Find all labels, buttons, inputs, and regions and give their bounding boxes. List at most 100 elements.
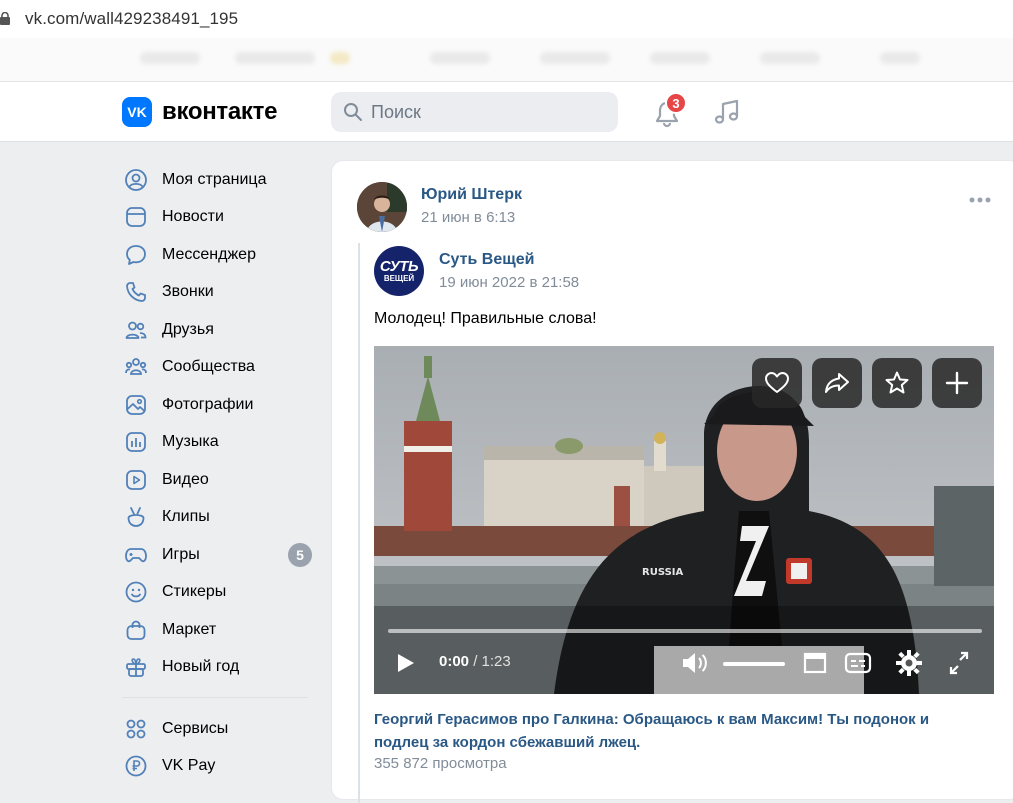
bookmark-blurred[interactable] (880, 52, 920, 64)
vk-logo-mark: VK (122, 97, 152, 127)
repost-indicator-bar (358, 243, 360, 803)
sidebar-item-calls[interactable]: Звонки (122, 274, 317, 310)
clips-icon (122, 503, 150, 531)
author-avatar[interactable] (357, 182, 407, 232)
message-icon (122, 241, 150, 269)
group-avatar-text-bottom: ВЕЩЕЙ (383, 273, 415, 283)
smile-icon (122, 578, 150, 606)
share-video-button[interactable] (812, 358, 862, 408)
bookmark-blurred[interactable] (650, 52, 710, 64)
video-progress-bar[interactable] (388, 629, 982, 633)
sidebar-item-label: Маркет (162, 621, 217, 638)
plus-icon (945, 371, 969, 395)
communities-icon (122, 353, 150, 381)
wall-post: Юрий Штерк 21 июн в 6:13 СУТЬ ВЕЩЕЙ Суть… (331, 160, 1013, 803)
bag-icon (122, 616, 150, 644)
volume-slider[interactable] (723, 662, 785, 666)
sidebar-item-market[interactable]: Маркет (122, 612, 317, 648)
sidebar-item-clips[interactable]: Клипы (122, 499, 317, 535)
group-avatar-text-top: СУТЬ (379, 257, 419, 275)
window-mode-icon[interactable] (802, 646, 828, 680)
repost-date[interactable]: 19 июн 2022 в 21:58 (439, 274, 579, 291)
more-options-icon[interactable] (968, 195, 992, 205)
time-separator: / (469, 653, 482, 670)
friends-icon (122, 316, 150, 344)
news-icon (122, 203, 150, 231)
settings-gear-icon[interactable] (894, 646, 924, 680)
sidebar-item-new-year[interactable]: Новый год (122, 649, 317, 685)
bookmark-blurred[interactable] (235, 52, 315, 64)
add-video-button[interactable] (932, 358, 982, 408)
sidebar-item-label: Игры (162, 546, 200, 563)
share-arrow-icon (825, 373, 849, 393)
sidebar-item-label: Стикеры (162, 583, 227, 600)
sidebar-item-label: Мессенджер (162, 246, 256, 263)
post-date[interactable]: 21 июн в 6:13 (421, 209, 515, 226)
video-views-count: 355 872 просмотра (374, 755, 507, 772)
bookmark-video-button[interactable] (872, 358, 922, 408)
sidebar-item-label: Сообщества (162, 358, 255, 375)
volume-icon[interactable] (679, 646, 713, 680)
video-icon (122, 466, 150, 494)
photo-icon (122, 391, 150, 419)
gamepad-icon (122, 541, 150, 569)
sidebar-item-label: Музыка (162, 433, 219, 450)
sidebar-item-services[interactable]: Сервисы (122, 711, 317, 747)
video-time: 0:00 / 1:23 (439, 653, 511, 670)
group-avatar[interactable]: СУТЬ ВЕЩЕЙ (374, 246, 424, 296)
video-player[interactable]: RUSSIA 0:00 / 1:23 (374, 346, 994, 694)
sidebar-item-label: Клипы (162, 508, 210, 525)
sidebar-item-label: Звонки (162, 283, 214, 300)
repost-group-name[interactable]: Суть Вещей (439, 251, 534, 269)
bookmark-blurred[interactable] (330, 52, 350, 64)
star-icon (885, 371, 909, 394)
search-icon (344, 103, 362, 121)
sidebar-item-label: Друзья (162, 321, 214, 338)
sidebar-item-messenger[interactable]: Мессенджер (122, 237, 317, 273)
sidebar-item-games[interactable]: Игры 5 (122, 537, 317, 573)
sidebar-item-friends[interactable]: Друзья (122, 312, 317, 348)
notifications-badge: 3 (665, 92, 687, 114)
sidebar-item-label: Фотографии (162, 396, 254, 413)
ruble-icon (122, 752, 150, 780)
duration: 1:23 (481, 653, 511, 670)
music-icon (122, 428, 150, 456)
fullscreen-icon[interactable] (946, 646, 972, 680)
heart-icon (765, 372, 789, 393)
music-note-icon[interactable] (712, 97, 742, 127)
current-time: 0:00 (439, 653, 470, 670)
bookmark-blurred[interactable] (540, 52, 610, 64)
sidebar-item-label: Новости (162, 208, 224, 225)
games-counter-badge: 5 (288, 543, 312, 567)
search-box[interactable] (331, 92, 618, 132)
bookmarks-bar (0, 38, 1013, 82)
sidebar-divider (122, 697, 308, 698)
search-input[interactable] (371, 101, 591, 123)
vk-logo-text: вконтакте (162, 98, 278, 125)
bookmark-blurred[interactable] (760, 52, 820, 64)
services-icon (122, 715, 150, 743)
sidebar-item-stickers[interactable]: Стикеры (122, 574, 317, 610)
sidebar-item-video[interactable]: Видео (122, 462, 317, 498)
post-author-name[interactable]: Юрий Штерк (421, 186, 522, 204)
subtitles-icon[interactable] (844, 646, 872, 680)
sidebar-item-photos[interactable]: Фотографии (122, 387, 317, 423)
vk-logo[interactable]: VK вконтакте (122, 97, 277, 127)
bookmark-blurred[interactable] (140, 52, 200, 64)
browser-address-bar[interactable]: vk.com/wall429238491_195 (0, 0, 1013, 38)
top-header: VK вконтакте (0, 82, 1013, 142)
sidebar-item-label: Видео (162, 471, 209, 488)
video-title[interactable]: Георгий Герасимов про Галкина: Обращаюсь… (374, 708, 974, 754)
sidebar-item-label: Сервисы (162, 720, 229, 737)
lock-icon (0, 12, 10, 25)
bookmark-blurred[interactable] (430, 52, 490, 64)
gift-icon (122, 653, 150, 681)
sidebar-item-news[interactable]: Новости (122, 199, 317, 235)
like-video-button[interactable] (752, 358, 802, 408)
play-icon[interactable] (394, 646, 418, 680)
sidebar-item-my-page[interactable]: Моя страница (122, 162, 317, 198)
url-text[interactable]: vk.com/wall429238491_195 (25, 9, 238, 29)
sidebar-item-communities[interactable]: Сообщества (122, 349, 317, 385)
sidebar-item-music[interactable]: Музыка (122, 424, 317, 460)
post-text: Молодец! Правильные слова! (374, 310, 597, 327)
